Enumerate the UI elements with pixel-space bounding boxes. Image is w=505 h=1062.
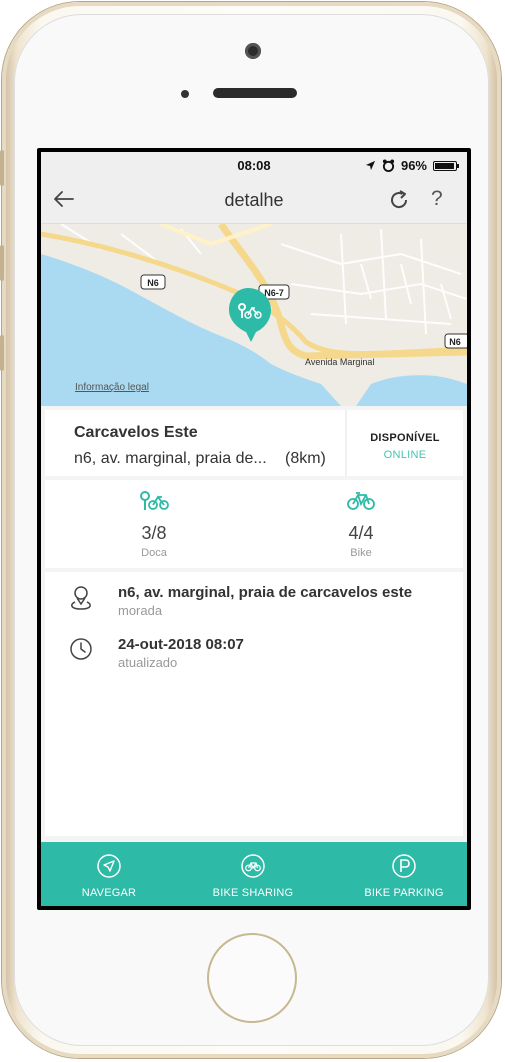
dock-availability: 3/8 Doca xyxy=(94,490,214,559)
location-pin-icon xyxy=(71,586,91,610)
dock-label: Doca xyxy=(141,547,167,559)
clock-icon xyxy=(70,638,92,660)
availability-panel: 3/8 Doca 4/4 Bike xyxy=(45,480,463,568)
map-label-n6-left: N6 xyxy=(140,274,166,290)
proximity-sensor xyxy=(181,90,189,98)
map-legal-link[interactable]: Informação legal xyxy=(75,382,149,393)
updated-value: 24-out-2018 08:07 xyxy=(118,636,244,653)
map-label-road: Avenida Marginal xyxy=(305,357,374,367)
tab-navegar[interactable]: NAVEGAR xyxy=(49,842,169,906)
help-button[interactable]: ? xyxy=(431,187,443,211)
nav-bar: detalhe ? xyxy=(41,176,467,224)
map-canvas: N6 N6-7 N6 Avenida Marginal xyxy=(41,224,467,406)
location-arrow-icon xyxy=(365,160,376,171)
status-right: 96% xyxy=(365,158,459,173)
station-name: Carcavelos Este xyxy=(74,424,198,441)
station-address: n6, av. marginal, praia de... xyxy=(74,450,267,467)
svg-text:N6-7: N6-7 xyxy=(264,288,284,298)
phone-screen: 08:08 96% detalhe ? N6 N6-7 N6 Avenida M… xyxy=(37,148,471,910)
parking-icon xyxy=(392,854,416,878)
front-camera xyxy=(245,43,261,59)
bike-count: 4/4 xyxy=(348,523,374,543)
volume-up-button xyxy=(0,245,4,281)
svg-text:N6: N6 xyxy=(449,337,461,347)
volume-down-button xyxy=(0,335,4,371)
bicycle-icon xyxy=(347,492,375,510)
mute-switch xyxy=(0,150,4,186)
status-badge: DISPONÍVEL xyxy=(370,432,440,444)
online-status: ONLINE xyxy=(383,449,427,461)
status-bar: 08:08 96% xyxy=(41,152,467,176)
station-details: n6, av. marginal, praia de carcavelos es… xyxy=(45,572,463,836)
bike-availability: 4/4 Bike xyxy=(301,490,421,559)
station-map[interactable]: N6 N6-7 N6 Avenida Marginal Informação l… xyxy=(41,224,467,406)
station-summary: Carcavelos Este n6, av. marginal, praia … xyxy=(45,410,463,476)
dock-count: 3/8 xyxy=(141,523,167,543)
home-button[interactable] xyxy=(207,933,297,1023)
tab-navegar-label: NAVEGAR xyxy=(81,887,137,899)
battery-percent: 96% xyxy=(400,158,427,173)
tab-bike-sharing-label: BIKE SHARING xyxy=(212,887,294,899)
alarm-clock-icon xyxy=(382,159,395,172)
earpiece-speaker xyxy=(213,88,297,98)
dock-icon xyxy=(140,491,169,510)
refresh-icon[interactable] xyxy=(387,188,411,212)
address-label: morada xyxy=(118,603,163,618)
svg-text:N6: N6 xyxy=(147,278,159,288)
battery-icon xyxy=(433,160,459,171)
station-distance: (8km) xyxy=(285,450,326,467)
address-value: n6, av. marginal, praia de carcavelos es… xyxy=(118,584,413,601)
tab-bike-parking-label: BIKE PARKING xyxy=(364,887,444,899)
tab-bike-parking[interactable]: BIKE PARKING xyxy=(341,842,467,906)
app-display: 08:08 96% detalhe ? N6 N6-7 N6 Avenida M… xyxy=(41,152,467,906)
detail-address: n6, av. marginal, praia de carcavelos es… xyxy=(45,582,463,622)
detail-updated: 24-out-2018 08:07 atualizado xyxy=(45,634,463,674)
navigate-icon xyxy=(97,854,121,878)
updated-label: atualizado xyxy=(118,655,178,670)
bottom-tab-bar: NAVEGAR BIKE SHARING BIKE PARKING xyxy=(41,842,467,906)
bike-sharing-icon xyxy=(241,854,265,878)
map-label-n6-right: N6 xyxy=(444,333,467,349)
tab-bike-sharing[interactable]: BIKE SHARING xyxy=(192,842,314,906)
bike-label: Bike xyxy=(350,547,372,559)
